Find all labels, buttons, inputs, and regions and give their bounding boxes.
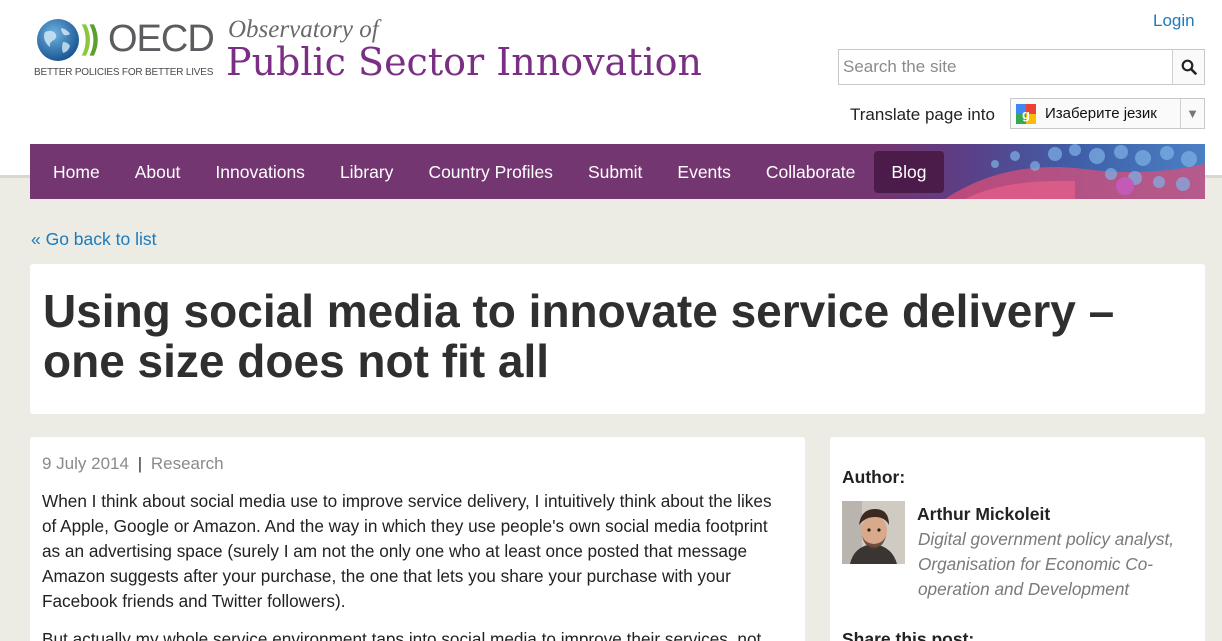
nav-item-home[interactable]: Home [30,151,117,193]
article-category[interactable]: Research [151,454,224,473]
nav-item-collaborate[interactable]: Collaborate [748,151,873,193]
author-name[interactable]: Arthur Mickoleit [917,504,1050,525]
translate-label: Translate page into [850,105,995,124]
nav-item-innovations[interactable]: Innovations [198,151,323,193]
nav-item-submit[interactable]: Submit [570,151,659,193]
chevron-down-icon: ▼ [1180,99,1204,128]
globe-icon [37,19,79,61]
oecd-logo[interactable]: OECD BETTER POLICIES FOR BETTER LIVES [34,14,220,80]
language-select[interactable]: g Изаберите језик ▼ [1010,98,1205,129]
google-translate-icon: g [1016,103,1036,124]
search-input[interactable] [839,50,1174,84]
author-label: Author: [842,467,906,487]
article-paragraph: But actually my whole service environmen… [42,629,762,641]
page-title: Using social media to innovate service d… [43,285,1115,387]
author-role: Digital government policy analyst, Organ… [918,529,1175,599]
nav-item-events[interactable]: Events [660,151,749,193]
nav-item-about[interactable]: About [117,151,198,193]
oecd-wordmark: OECD [108,18,215,60]
share-label: Share this post: [842,629,975,641]
article-paragraph: When I think about social media use to i… [42,491,772,611]
search-icon [1181,59,1197,75]
main-nav: Home About Innovations Library Country P… [30,144,1205,199]
language-select-value: Изаберите језик [1045,105,1157,122]
nav-items: Home About Innovations Library Country P… [30,144,944,199]
search-box [838,49,1205,85]
svg-text:g: g [1022,107,1030,122]
author-panel: Author: Arthur Mickoleit Digital governm… [830,437,1205,641]
nav-item-country-profiles[interactable]: Country Profiles [411,151,571,193]
title-panel: Using social media to innovate service d… [30,264,1205,414]
oecd-chevrons-icon [81,24,98,56]
article-meta: 9 July 2014 | Research [42,454,224,474]
site-title-line2[interactable]: Public Sector Innovation [226,40,702,84]
avatar [842,501,905,564]
nav-item-library[interactable]: Library [322,151,411,193]
search-button[interactable] [1172,50,1204,84]
meta-separator: | [137,454,143,473]
author-photo [842,501,905,564]
article-date: 9 July 2014 [42,454,129,473]
login-link[interactable]: Login [1153,11,1195,31]
oecd-tagline: BETTER POLICIES FOR BETTER LIVES [34,67,214,78]
nav-item-blog[interactable]: Blog [873,150,944,193]
article-panel: 9 July 2014 | Research When I think abou… [30,437,805,641]
back-to-list-link[interactable]: « Go back to list [31,229,156,250]
